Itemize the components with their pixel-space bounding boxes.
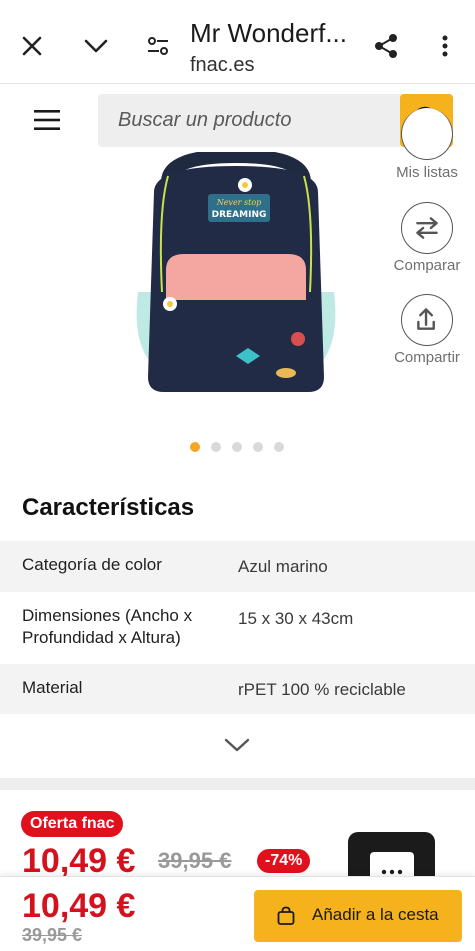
gallery-dot[interactable] (274, 442, 284, 452)
table-row: Dimensiones (Ancho x Profundidad x Altur… (0, 592, 475, 664)
hamburger-menu-icon[interactable] (34, 108, 60, 132)
chevron-down-icon[interactable] (82, 32, 110, 60)
product-image[interactable]: Never stop DREAMING (128, 152, 344, 400)
table-row: Categoría de color Azul marino (0, 541, 475, 592)
search-input[interactable] (118, 94, 388, 147)
lists-label[interactable]: Mis listas (382, 164, 472, 181)
bottom-price: 10,49 € (22, 887, 136, 925)
sticky-buy-bar: 10,49 € 39,95 € Añadir a la cesta (0, 876, 475, 951)
gallery-dot[interactable] (190, 442, 200, 452)
share-icon[interactable] (372, 32, 400, 60)
gallery-pagination (0, 442, 475, 452)
compare-label[interactable]: Comparar (382, 257, 472, 274)
chat-button[interactable] (348, 832, 435, 882)
compare-arrows-icon (416, 217, 438, 239)
characteristics-heading: Características (22, 494, 195, 521)
add-to-cart-button[interactable]: Añadir a la cesta (254, 890, 462, 942)
gallery-dot[interactable] (253, 442, 263, 452)
lists-button-partial[interactable] (401, 108, 453, 160)
gallery-dot[interactable] (211, 442, 221, 452)
offer-badge: Oferta fnac (21, 811, 124, 837)
page-url: fnac.es (190, 54, 255, 76)
badge-never-stop-dreaming: Never stop DREAMING (208, 194, 270, 222)
compare-button[interactable] (401, 202, 453, 254)
bottom-old-price: 39,95 € (22, 925, 83, 945)
svg-text:Never stop: Never stop (216, 198, 262, 207)
table-row: Material rPET 100 % reciclable (0, 664, 475, 714)
close-icon[interactable] (18, 32, 46, 60)
svg-text:DREAMING: DREAMING (212, 210, 267, 220)
more-vert-icon[interactable] (431, 32, 459, 60)
spec-value: 15 x 30 x 43cm (238, 609, 354, 628)
expand-chevron-icon[interactable] (224, 736, 250, 754)
custom-tab-toolbar: Mr Wonderf... fnac.es (0, 0, 475, 84)
share-product-button[interactable] (401, 294, 453, 346)
upload-share-icon (417, 308, 435, 330)
section-divider (0, 778, 475, 790)
spec-value: rPET 100 % reciclable (238, 680, 406, 699)
characteristics-table: Categoría de color Azul marino Dimension… (0, 541, 475, 714)
spec-key: Categoría de color (22, 555, 162, 574)
spec-value: Azul marino (238, 557, 328, 576)
spec-key: Dimensiones (Ancho x Profundidad x Altur… (22, 606, 193, 647)
search-bar (98, 94, 453, 147)
page-title: Mr Wonderf... (190, 18, 348, 48)
spec-key: Material (22, 678, 83, 697)
add-to-cart-label: Añadir a la cesta (312, 905, 439, 924)
tune-icon[interactable] (144, 32, 172, 60)
offer-old-price: 39,95 € (158, 848, 232, 873)
gallery-dot[interactable] (232, 442, 242, 452)
share-label[interactable]: Compartir (382, 349, 472, 366)
shopping-bag-icon (277, 906, 295, 925)
discount-badge: -74% (257, 849, 311, 873)
